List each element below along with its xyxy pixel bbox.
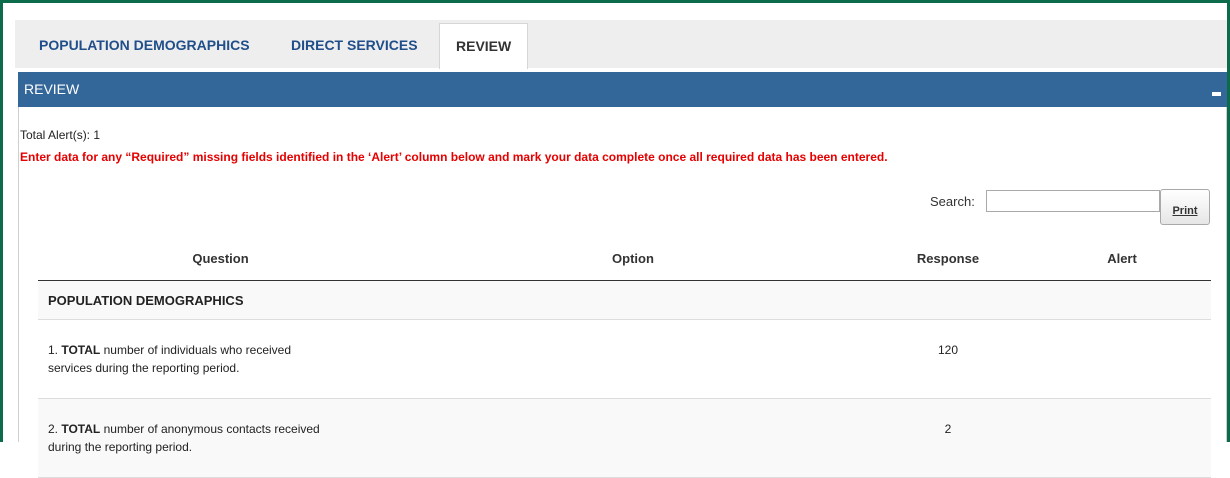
question-text: number of individuals who received [103, 343, 292, 357]
total-alerts: Total Alert(s): 1 [20, 128, 101, 142]
alert-message: Enter data for any “Required” missing fi… [20, 150, 888, 164]
response-cell: 2 [863, 398, 1033, 478]
table-row: 2. TOTAL number of anonymous contacts re… [38, 398, 1211, 478]
option-cell [403, 398, 863, 478]
tab-review[interactable]: REVIEW [439, 23, 529, 69]
collapse-icon[interactable] [1212, 92, 1221, 96]
panel-title: REVIEW [24, 81, 80, 97]
question-cell: 1. TOTAL number of individuals who recei… [38, 319, 403, 399]
alert-cell [1033, 319, 1211, 399]
section-title: POPULATION DEMOGRAPHICS [38, 280, 1211, 320]
column-header-alert[interactable]: Alert [1033, 236, 1211, 281]
column-header-response[interactable]: Response [863, 236, 1033, 281]
print-button[interactable]: Print [1160, 189, 1210, 225]
question-number: 2. [48, 422, 59, 436]
response-cell: 120 [863, 319, 1033, 399]
question-emphasis: TOTAL [61, 422, 101, 436]
section-row: POPULATION DEMOGRAPHICS [38, 280, 1211, 320]
search-input[interactable] [986, 190, 1160, 212]
column-header-question[interactable]: Question [38, 236, 403, 281]
tab-direct-services[interactable]: DIRECT SERVICES [285, 23, 424, 68]
tab-bar: POPULATION DEMOGRAPHICS DIRECT SERVICES … [15, 20, 1227, 69]
alert-cell [1033, 398, 1211, 478]
search-label: Search: [930, 194, 975, 209]
question-emphasis: TOTAL [61, 343, 101, 357]
question-text-line2: services during the reporting period. [48, 361, 240, 375]
question-text-line2: during the reporting period. [48, 440, 193, 454]
tab-population-demographics[interactable]: POPULATION DEMOGRAPHICS [33, 23, 256, 68]
review-panel-header: REVIEW [18, 72, 1227, 107]
question-text: number of anonymous contacts received [103, 422, 320, 436]
question-number: 1. [48, 343, 59, 357]
column-header-option[interactable]: Option [403, 236, 863, 281]
table-row: 1. TOTAL number of individuals who recei… [38, 319, 1211, 399]
question-cell: 2. TOTAL number of anonymous contacts re… [38, 398, 403, 478]
option-cell [403, 319, 863, 399]
